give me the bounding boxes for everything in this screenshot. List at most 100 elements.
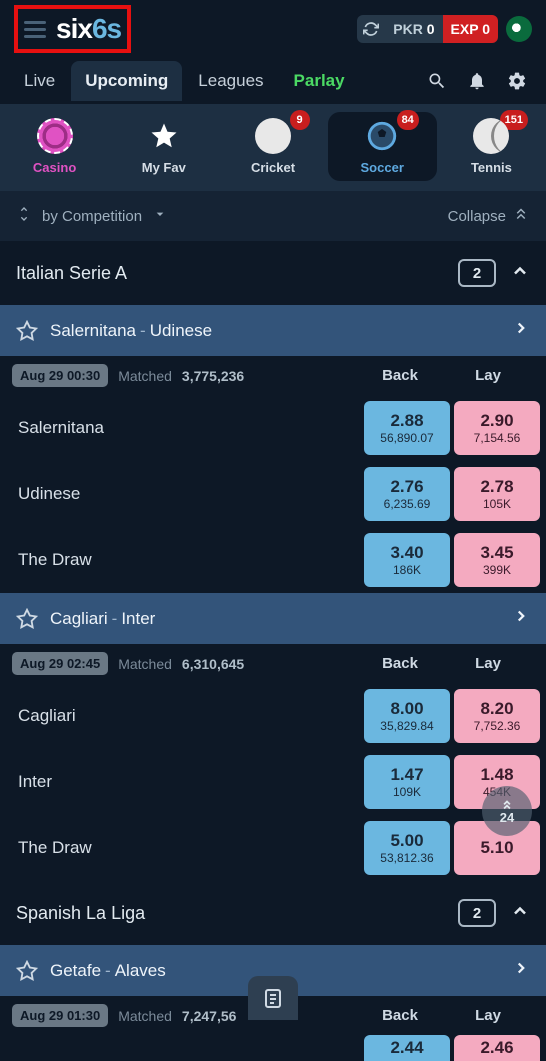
matched-value: 3,775,236 bbox=[182, 368, 244, 384]
header-left-highlight: six6s bbox=[14, 5, 131, 53]
chevron-right-icon bbox=[512, 959, 530, 982]
league-header[interactable]: Italian Serie A 2 bbox=[0, 241, 546, 305]
lay-header: Lay bbox=[444, 655, 532, 672]
sort-dropdown[interactable]: by Competition bbox=[16, 206, 168, 226]
match-header[interactable]: Salernitana-Udinese bbox=[0, 305, 546, 356]
lay-odds[interactable]: 3.45399K bbox=[454, 533, 540, 587]
league-header[interactable]: Spanish La Liga 2 bbox=[0, 881, 546, 945]
tab-parlay[interactable]: Parlay bbox=[280, 61, 359, 101]
bell-icon[interactable] bbox=[466, 70, 488, 92]
scroll-top-button[interactable]: 24 bbox=[482, 786, 532, 836]
outcome-row: 2.44 2.46 bbox=[0, 1035, 546, 1061]
back-odds[interactable]: 3.40186K bbox=[364, 533, 450, 587]
league-count: 2 bbox=[458, 259, 496, 287]
sport-myfav-label: My Fav bbox=[142, 160, 186, 175]
lay-odds[interactable]: 2.78105K bbox=[454, 467, 540, 521]
back-odds[interactable]: 2.8856,890.07 bbox=[364, 401, 450, 455]
sport-cricket-label: Cricket bbox=[251, 160, 295, 175]
match-title: Cagliari-Inter bbox=[50, 609, 500, 629]
lay-odds[interactable]: 2.46 bbox=[454, 1035, 540, 1061]
back-odds[interactable]: 8.0035,829.84 bbox=[364, 689, 450, 743]
match-info-row: Aug 29 00:30 Matched 3,775,236 BackLay bbox=[0, 356, 546, 395]
logo-text-main: six bbox=[56, 13, 92, 44]
currency-balance: PKR 0 bbox=[385, 15, 442, 43]
sort-label: by Competition bbox=[42, 208, 142, 225]
lay-odds[interactable]: 2.907,154.56 bbox=[454, 401, 540, 455]
sport-myfav[interactable]: My Fav bbox=[109, 112, 218, 181]
chevron-right-icon bbox=[512, 319, 530, 342]
lay-header: Lay bbox=[444, 1007, 532, 1024]
outcome-name: Udinese bbox=[18, 484, 364, 504]
sport-categories: Casino My Fav 9 Cricket 84 Soccer 151 Te… bbox=[0, 104, 546, 191]
league-count: 2 bbox=[458, 899, 496, 927]
logo-text-accent: 6s bbox=[92, 13, 121, 44]
match-time: Aug 29 00:30 bbox=[12, 364, 108, 387]
sport-soccer-label: Soccer bbox=[361, 160, 404, 175]
back-header: Back bbox=[356, 1007, 444, 1024]
search-icon[interactable] bbox=[426, 70, 448, 92]
outcome-row: Salernitana 2.8856,890.07 2.907,154.56 bbox=[0, 395, 546, 461]
back-odds[interactable]: 5.0053,812.36 bbox=[364, 821, 450, 875]
sport-casino-label: Casino bbox=[33, 160, 76, 175]
back-odds[interactable]: 2.766,235.69 bbox=[364, 467, 450, 521]
lay-header: Lay bbox=[444, 367, 532, 384]
matched-label: Matched bbox=[118, 656, 172, 672]
outcome-row: The Draw 3.40186K 3.45399K bbox=[0, 527, 546, 593]
soccer-badge: 84 bbox=[397, 110, 419, 130]
match-title: Salernitana-Udinese bbox=[50, 321, 500, 341]
matched-label: Matched bbox=[118, 1008, 172, 1024]
sport-casino[interactable]: Casino bbox=[0, 112, 109, 181]
outcome-name: Salernitana bbox=[18, 418, 364, 438]
double-chevron-up-icon bbox=[512, 205, 530, 227]
star-icon bbox=[146, 118, 182, 154]
logo[interactable]: six6s bbox=[56, 13, 121, 45]
favorite-star-icon[interactable] bbox=[16, 608, 38, 630]
header-right: PKR 0 EXP 0 bbox=[357, 15, 532, 43]
sport-cricket[interactable]: 9 Cricket bbox=[218, 112, 327, 181]
chevron-up-icon bbox=[510, 261, 530, 286]
tab-actions bbox=[426, 70, 536, 92]
back-header: Back bbox=[356, 655, 444, 672]
matched-value: 6,310,645 bbox=[182, 656, 244, 672]
app-header: six6s PKR 0 EXP 0 bbox=[0, 0, 546, 58]
main-tabs: Live Upcoming Leagues Parlay bbox=[0, 58, 546, 104]
sort-icon bbox=[16, 206, 32, 226]
back-odds[interactable]: 1.47109K bbox=[364, 755, 450, 809]
country-flag-icon[interactable] bbox=[506, 16, 532, 42]
favorite-star-icon[interactable] bbox=[16, 320, 38, 342]
back-odds[interactable]: 2.44 bbox=[364, 1035, 450, 1061]
balance-pill[interactable]: PKR 0 EXP 0 bbox=[357, 15, 498, 43]
sport-tennis[interactable]: 151 Tennis bbox=[437, 112, 546, 181]
gear-icon[interactable] bbox=[506, 70, 528, 92]
league-name: Spanish La Liga bbox=[16, 903, 145, 924]
betslip-button[interactable] bbox=[248, 976, 298, 1020]
outcome-name: Inter bbox=[18, 772, 364, 792]
match-info-row: Aug 29 02:45 Matched 6,310,645 BackLay bbox=[0, 644, 546, 683]
cricket-badge: 9 bbox=[290, 110, 310, 130]
sport-soccer[interactable]: 84 Soccer bbox=[328, 112, 437, 181]
back-header: Back bbox=[356, 367, 444, 384]
tennis-ball-icon bbox=[473, 118, 509, 154]
outcome-name: The Draw bbox=[18, 838, 364, 858]
collapse-button[interactable]: Collapse bbox=[448, 205, 530, 227]
outcome-name: Cagliari bbox=[18, 706, 364, 726]
refresh-icon[interactable] bbox=[357, 15, 385, 43]
exposure-balance: EXP 0 bbox=[443, 15, 498, 43]
chevron-up-icon bbox=[510, 901, 530, 926]
collapse-label: Collapse bbox=[448, 208, 506, 225]
scroll-count: 24 bbox=[500, 810, 514, 825]
tab-leagues[interactable]: Leagues bbox=[184, 61, 277, 101]
chevron-right-icon bbox=[512, 607, 530, 630]
favorite-star-icon[interactable] bbox=[16, 960, 38, 982]
match-header[interactable]: Cagliari-Inter bbox=[0, 593, 546, 644]
tab-upcoming[interactable]: Upcoming bbox=[71, 61, 182, 101]
soccer-ball-icon bbox=[364, 118, 400, 154]
chevron-down-icon bbox=[152, 206, 168, 226]
tab-live[interactable]: Live bbox=[10, 61, 69, 101]
league-name: Italian Serie A bbox=[16, 263, 127, 284]
lay-odds[interactable]: 8.207,752.36 bbox=[454, 689, 540, 743]
sport-tennis-label: Tennis bbox=[471, 160, 512, 175]
matched-label: Matched bbox=[118, 368, 172, 384]
outcome-row: Inter 1.47109K 1.48454K bbox=[0, 749, 546, 815]
menu-icon[interactable] bbox=[24, 21, 46, 38]
